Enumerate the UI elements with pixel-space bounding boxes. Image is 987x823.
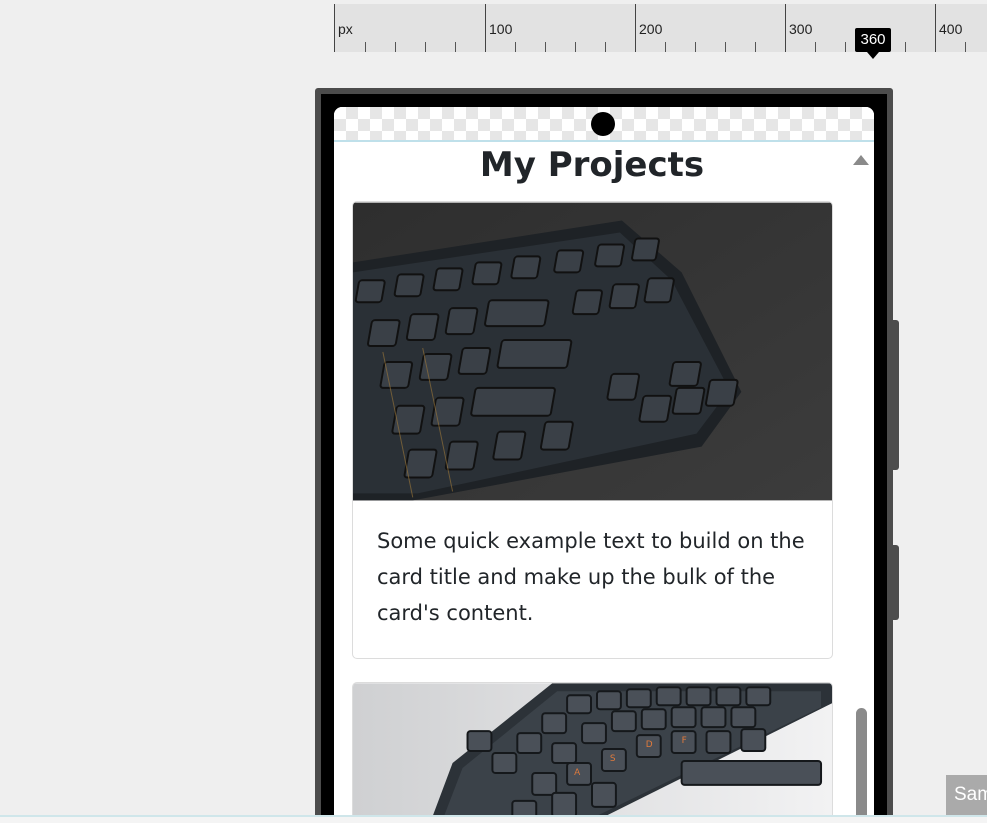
bottom-bar — [0, 815, 987, 823]
svg-text:S: S — [610, 754, 616, 764]
device-screen: My Projects Some quick example text to b… — [334, 107, 874, 816]
scrollbar-thumb[interactable] — [856, 708, 867, 816]
device-power-button — [893, 545, 899, 620]
scroll-up-arrow-icon[interactable] — [853, 155, 869, 165]
device-volume-button — [893, 320, 899, 470]
status-bar — [334, 107, 874, 142]
ruler-label-300: 300 — [789, 21, 813, 37]
card-body: Some quick example text to build on the … — [353, 501, 832, 651]
svg-text:D: D — [646, 740, 653, 750]
camera-notch-icon — [591, 112, 615, 136]
card-text: Some quick example text to build on the … — [377, 529, 805, 625]
ruler-unit-label: px — [338, 21, 353, 37]
page-title: My Projects — [479, 145, 705, 185]
keyboard-photo-dark-icon — [353, 202, 832, 501]
svg-text:F: F — [682, 736, 687, 746]
ruler-width-marker[interactable]: 360 — [855, 28, 891, 59]
corner-tag[interactable]: Sam — [946, 775, 987, 815]
ruler-label-400: 400 — [939, 21, 963, 37]
svg-text:A: A — [574, 768, 581, 778]
ruler-label-100: 100 — [489, 21, 513, 37]
project-card: Some quick example text to build on the … — [352, 201, 833, 659]
project-card: A S D F — [352, 682, 833, 816]
keyboard-photo-light-icon: A S D F — [353, 683, 832, 816]
ruler-label-200: 200 — [639, 21, 663, 37]
